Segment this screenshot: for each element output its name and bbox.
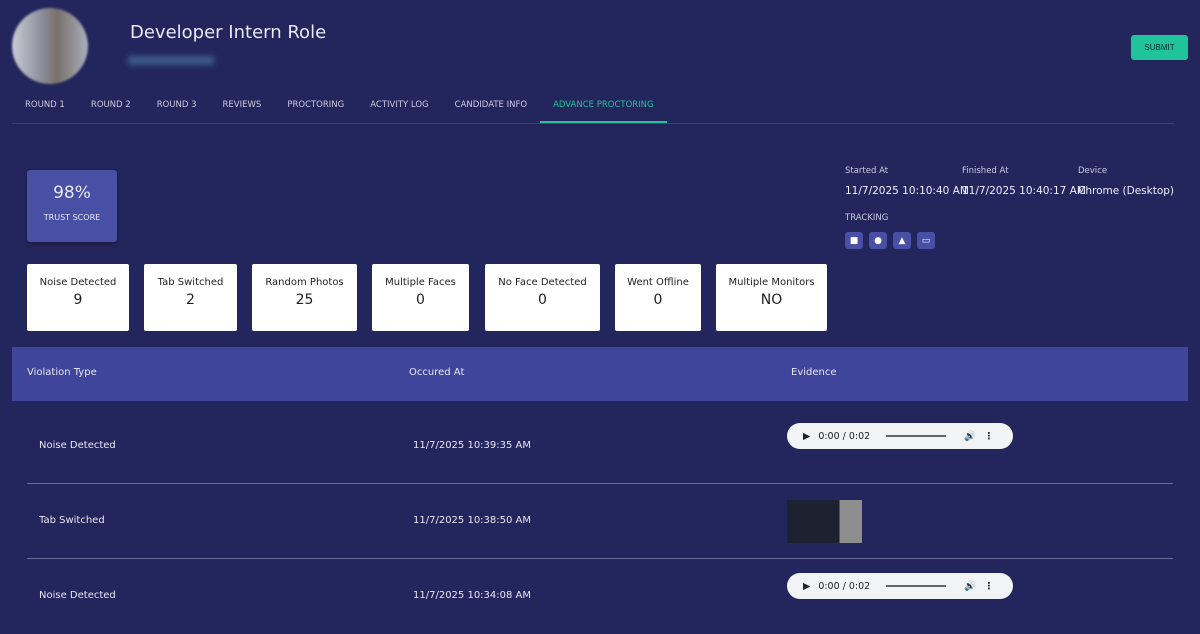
trust-score-value: 98% [53,183,91,203]
header-evidence: Evidence [791,367,837,378]
finished-at: Finished At 11/7/2025 10:40:17 AM [962,166,1086,197]
stat-label: Random Photos [265,277,344,288]
table-row: Noise Detected 11/7/2025 10:34:08 AM ▶ 0:… [27,559,1173,634]
tab-round-2[interactable]: ROUND 2 [78,92,144,123]
screenshot-thumbnail[interactable] [787,500,862,543]
audio-time: 0:00 / 0:02 [818,430,871,442]
tab-round-1[interactable]: ROUND 1 [12,92,78,123]
occured-at: 11/7/2025 10:38:50 AM [413,515,532,526]
trust-score-card: 98% TRUST SCORE [27,170,117,242]
stat-multiple-monitors: Multiple Monitors NO [716,264,827,331]
stat-value: 0 [416,292,425,308]
stat-value: NO [760,292,783,308]
tab-advance-proctoring[interactable]: ADVANCE PROCTORING [540,92,667,123]
tab-reviews[interactable]: REVIEWS [210,92,275,123]
tab-round-3[interactable]: ROUND 3 [144,92,210,123]
violation-type: Noise Detected [39,440,116,451]
stat-went-offline: Went Offline 0 [615,264,701,331]
stat-label: Tab Switched [157,277,224,288]
tab-activity-log[interactable]: ACTIVITY LOG [357,92,441,123]
image-icon: ▲ [893,232,911,249]
candidate-name-blurred [128,56,214,65]
audio-player[interactable]: ▶ 0:00 / 0:02 🔊 ⋮ [787,423,1013,449]
stat-no-face-detected: No Face Detected 0 [485,264,600,331]
started-label: Started At [845,166,889,176]
page-title: Developer Intern Role [130,22,327,43]
stat-value: 25 [295,292,314,308]
tab-bar: ROUND 1 ROUND 2 ROUND 3 REVIEWS PROCTORI… [12,92,1174,124]
stat-multiple-faces: Multiple Faces 0 [372,264,469,331]
stat-value: 9 [73,292,83,308]
play-icon[interactable]: ▶ [803,431,810,442]
volume-icon[interactable]: 🔊 [964,581,976,592]
occured-at: 11/7/2025 10:39:35 AM [413,440,532,451]
audio-progress[interactable] [886,435,947,437]
submit-button[interactable]: SUBMIT [1131,35,1188,60]
stat-label: Multiple Monitors [728,277,815,288]
device-label: Device [1078,166,1108,176]
stat-label: Multiple Faces [385,277,456,288]
stat-label: Noise Detected [39,277,117,288]
stat-value: 0 [538,292,547,308]
finished-label: Finished At [962,166,1009,176]
audio-player[interactable]: ▶ 0:00 / 0:02 🔊 ⋮ [787,573,1013,599]
header-occured-at: Occured At [409,367,465,378]
finished-value: 11/7/2025 10:40:17 AM [962,185,1086,197]
volume-icon[interactable]: 🔊 [964,431,976,442]
stat-value: 2 [186,292,195,308]
stat-noise-detected: Noise Detected 9 [27,264,129,331]
stat-value: 0 [653,292,663,308]
table-row: Noise Detected 11/7/2025 10:39:35 AM ▶ 0:… [27,409,1173,484]
more-icon[interactable]: ⋮ [984,431,994,442]
audio-progress[interactable] [886,585,947,587]
more-icon[interactable]: ⋮ [984,581,994,592]
occured-at: 11/7/2025 10:34:08 AM [413,590,532,601]
started-at: Started At 11/7/2025 10:10:40 AM [845,166,969,197]
tab-proctoring[interactable]: PROCTORING [274,92,357,123]
stat-label: Went Offline [627,277,689,288]
violation-type: Tab Switched [39,515,105,526]
table-row: Tab Switched 11/7/2025 10:38:50 AM [27,484,1173,559]
trust-score-label: TRUST SCORE [43,213,101,222]
table-header: Violation Type Occured At Evidence [12,347,1188,401]
started-value: 11/7/2025 10:10:40 AM [845,185,969,197]
tab-candidate-info[interactable]: CANDIDATE INFO [442,92,540,123]
screen-share-icon: ▭ [917,232,935,249]
violation-type: Noise Detected [39,590,116,601]
tracking-label: TRACKING [845,213,889,223]
device: Device Chrome (Desktop) [1078,166,1174,197]
audio-time: 0:00 / 0:02 [818,580,871,592]
stat-random-photos: Random Photos 25 [252,264,357,331]
mic-icon: ● [869,232,887,249]
play-icon[interactable]: ▶ [803,581,810,592]
video-icon: ■ [845,232,863,249]
tracking: TRACKING ■ ● ▲ ▭ [845,213,935,249]
stat-tab-switched: Tab Switched 2 [144,264,237,331]
avatar [12,8,88,84]
device-value: Chrome (Desktop) [1078,185,1175,197]
stat-label: No Face Detected [498,277,587,288]
header-violation-type: Violation Type [27,367,97,378]
